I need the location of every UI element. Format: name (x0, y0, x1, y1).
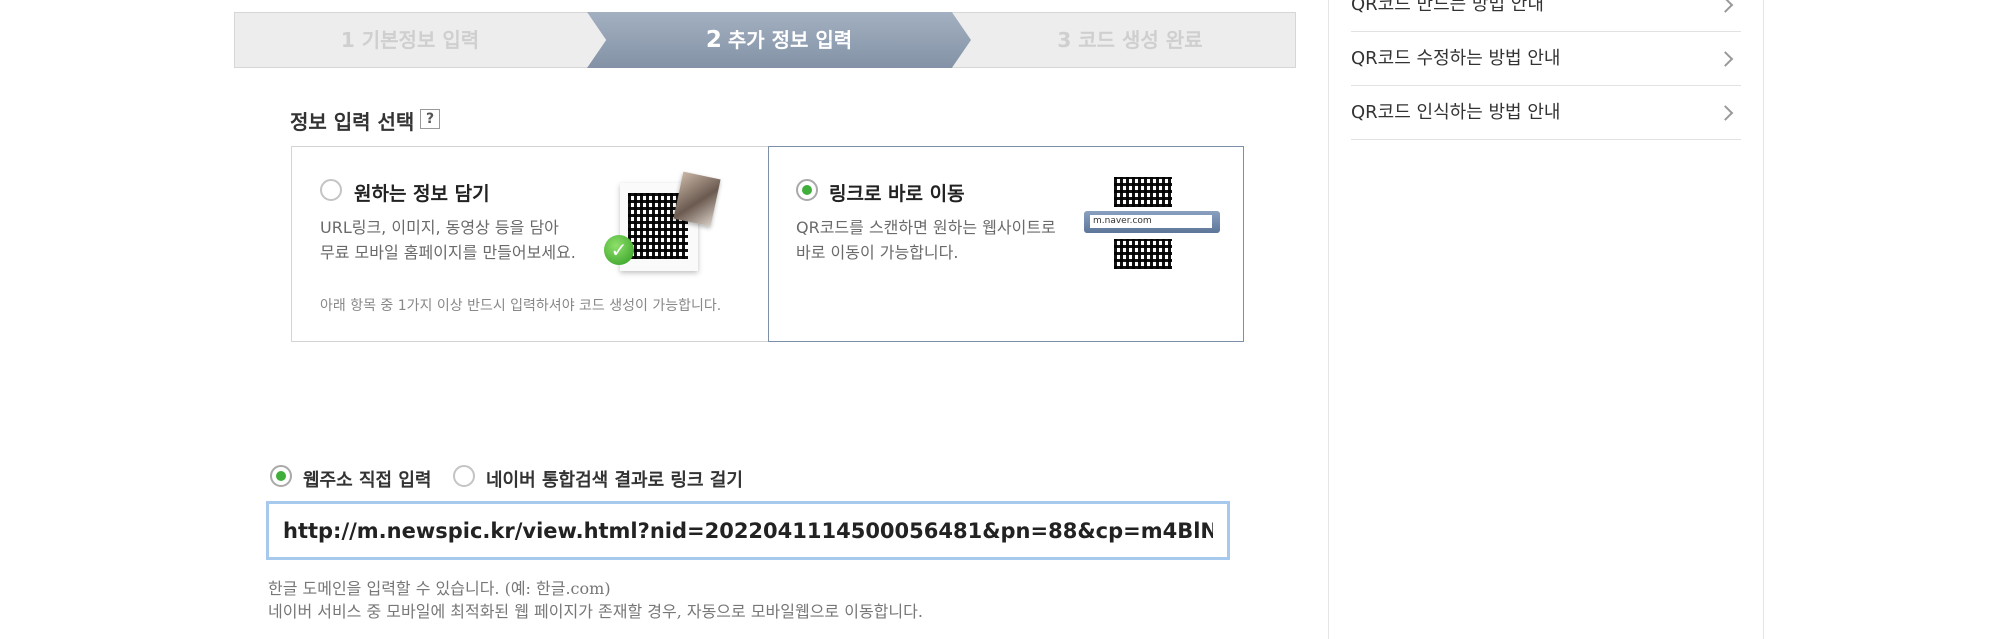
label-direct-url[interactable]: 웹주소 직접 입력 (303, 466, 431, 492)
option-title-custom-info: 원하는 정보 담기 (354, 183, 490, 205)
guide-link-label: QR코드 수정하는 방법 안내 (1351, 48, 1561, 69)
option-desc-line: QR코드를 스캔하면 원하는 웹사이트로 (796, 218, 1056, 237)
chevron-right-icon (1717, 104, 1734, 121)
qr-code-image (1114, 239, 1172, 269)
option-desc-custom-info: URL링크, 이미지, 동영상 등을 담아 무료 모바일 홈페이지를 만들어보세… (320, 215, 620, 265)
step-2-number: 2 (705, 27, 722, 53)
green-check-icon: ✓ (604, 235, 634, 265)
guide-link-create[interactable]: QR코드 만드는 방법 안내 (1351, 0, 1741, 32)
step-2-additional-info: 2 추가 정보 입력 (587, 12, 971, 68)
step-3-code-complete: 3 코드 생성 완료 (1057, 28, 1203, 52)
option-title-direct-link: 링크로 바로 이동 (829, 183, 965, 205)
label-naver-search-link[interactable]: 네이버 통합검색 결과로 링크 걸기 (486, 466, 743, 492)
chevron-right-icon (1717, 0, 1734, 13)
url-input[interactable] (266, 501, 1230, 560)
option-desc-direct-link: QR코드를 스캔하면 원하는 웹사이트로 바로 이동이 가능합니다. (796, 215, 1096, 265)
guide-link-label: QR코드 만드는 방법 안내 (1351, 0, 1544, 15)
help-text-mobile-redirect: 네이버 서비스 중 모바일에 최적화된 웹 페이지가 존재할 경우, 자동으로 … (268, 602, 923, 621)
browser-url-text: m.naver.com (1090, 215, 1212, 228)
qr-link-illustration: m.naver.com (1084, 177, 1220, 277)
step-1-basic-info: 1 기본정보 입력 (340, 28, 480, 52)
step-progress-bar: 1 기본정보 입력 2 추가 정보 입력 3 코드 생성 완료 (234, 12, 1296, 68)
guide-link-label: QR코드 인식하는 방법 안내 (1351, 102, 1561, 123)
step-2-label: 추가 정보 입력 (727, 28, 853, 52)
chevron-right-icon (1717, 50, 1734, 67)
qr-code-image (1114, 177, 1172, 207)
radio-direct-url[interactable] (270, 465, 292, 487)
radio-custom-info[interactable] (320, 179, 342, 201)
option-desc-line: URL링크, 이미지, 동영상 등을 담아 (320, 218, 559, 237)
photo-thumbnail-image (673, 171, 721, 227)
guide-link-edit[interactable]: QR코드 수정하는 방법 안내 (1351, 32, 1741, 86)
guide-sidebar: QR코드 만드는 방법 안내 QR코드 수정하는 방법 안내 QR코드 인식하는… (1328, 0, 1764, 639)
option-card-direct-link[interactable]: 링크로 바로 이동 QR코드를 스캔하면 원하는 웹사이트로 바로 이동이 가능… (768, 146, 1244, 342)
help-icon[interactable]: ? (420, 109, 440, 129)
radio-naver-search-link[interactable] (453, 465, 475, 487)
option-note: 아래 항목 중 1가지 이상 반드시 입력하셔야 코드 생성이 가능합니다. (320, 298, 722, 314)
help-text-hangul-domain: 한글 도메인을 입력할 수 있습니다. (예: 한글.com) (268, 579, 611, 598)
section-title: 정보 입력 선택 (290, 110, 415, 134)
option-desc-line: 바로 이동이 가능합니다. (796, 243, 959, 262)
radio-direct-link[interactable] (796, 179, 818, 201)
guide-link-scan[interactable]: QR코드 인식하는 방법 안내 (1351, 86, 1741, 140)
option-card-custom-info[interactable]: 원하는 정보 담기 URL링크, 이미지, 동영상 등을 담아 무료 모바일 홈… (291, 146, 768, 342)
qr-mobile-page-illustration: ✓ (604, 171, 721, 277)
option-desc-line: 무료 모바일 홈페이지를 만들어보세요. (320, 243, 576, 262)
